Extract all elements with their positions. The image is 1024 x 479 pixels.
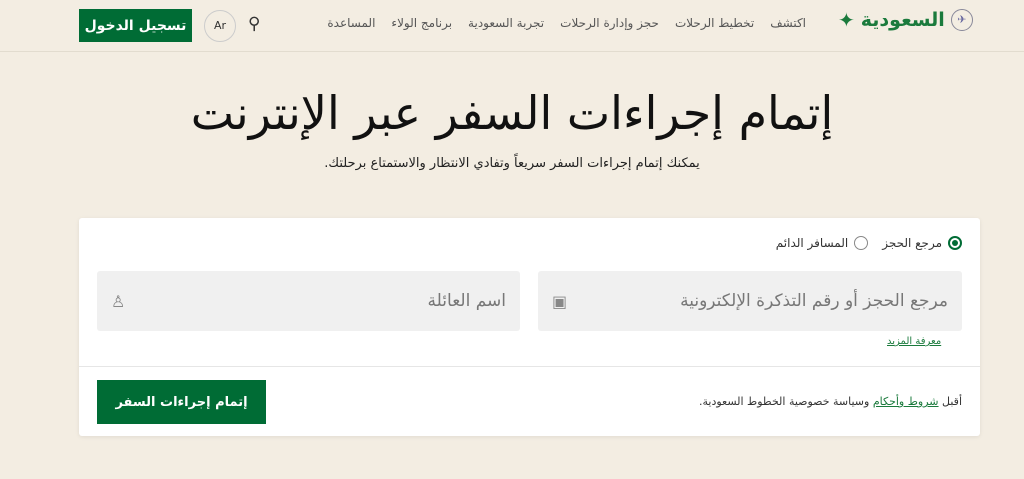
radio-frequent-flyer[interactable]: المسافر الدائم bbox=[775, 236, 869, 250]
terms-link[interactable]: شروط وأحكام bbox=[873, 395, 939, 408]
skyteam-emblem-icon: ✈ bbox=[950, 9, 973, 31]
divider bbox=[79, 366, 980, 367]
last-name-input[interactable]: اسم العائلة ♙ bbox=[97, 271, 520, 331]
radio-unchecked-icon bbox=[854, 236, 869, 250]
nav-loyalty[interactable]: برنامج الولاء bbox=[391, 16, 452, 30]
nav-help[interactable]: المساعدة bbox=[327, 16, 375, 30]
search-icon[interactable]: ⚲ bbox=[248, 14, 260, 34]
main-nav: اكتشف تخطيط الرحلات حجز وإدارة الرحلات ت… bbox=[327, 16, 806, 30]
page-title: إتمام إجراءات السفر عبر الإنترنت bbox=[190, 86, 834, 140]
nav-book-manage[interactable]: حجز وإدارة الرحلات bbox=[560, 16, 659, 30]
palm-swords-icon: ✦ bbox=[838, 8, 855, 32]
lastname-placeholder: اسم العائلة bbox=[427, 291, 506, 311]
login-button[interactable]: تسجيل الدخول bbox=[79, 9, 192, 42]
radio-booking-reference[interactable]: مرجع الحجز bbox=[882, 236, 962, 250]
radio-label: المسافر الدائم bbox=[775, 236, 849, 250]
checkin-form: مرجع الحجز المسافر الدائم مرجع الحجز أو … bbox=[79, 218, 980, 436]
terms-suffix: وسياسة خصوصية الخطوط السعودية. bbox=[699, 395, 870, 408]
ticket-icon: ▣ bbox=[552, 291, 568, 311]
terms-prefix: أقبل bbox=[942, 395, 962, 408]
radio-label: مرجع الحجز bbox=[882, 236, 942, 250]
header: ✈ السعودية ✦ اكتشف تخطيط الرحلات حجز وإد… bbox=[0, 0, 1024, 52]
nav-discover[interactable]: اكتشف bbox=[770, 16, 806, 30]
page-subtitle: يمكنك إتمام إجراءات السفر سريعاً وتفادي … bbox=[324, 156, 700, 171]
nav-plan[interactable]: تخطيط الرحلات bbox=[675, 16, 754, 30]
nav-experience[interactable]: تجربة السعودية bbox=[468, 16, 544, 30]
booking-placeholder: مرجع الحجز أو رقم التذكرة الإلكترونية bbox=[680, 291, 948, 311]
booking-reference-input[interactable]: مرجع الحجز أو رقم التذكرة الإلكترونية ▣ bbox=[538, 271, 962, 331]
radio-checked-icon bbox=[948, 236, 962, 250]
search-type-radios: مرجع الحجز المسافر الدائم bbox=[776, 236, 962, 250]
learn-more-link[interactable]: معرفة المزيد bbox=[887, 336, 941, 347]
user-icon: ♙ bbox=[111, 291, 126, 311]
terms-text: أقبل شروط وأحكام وسياسة خصوصية الخطوط ال… bbox=[699, 395, 962, 408]
checkin-submit-button[interactable]: إتمام إجراءات السفر bbox=[97, 380, 266, 424]
logo[interactable]: ✈ السعودية ✦ bbox=[838, 8, 973, 32]
logo-text: السعودية bbox=[860, 9, 945, 31]
language-button[interactable]: Ar bbox=[204, 10, 236, 42]
